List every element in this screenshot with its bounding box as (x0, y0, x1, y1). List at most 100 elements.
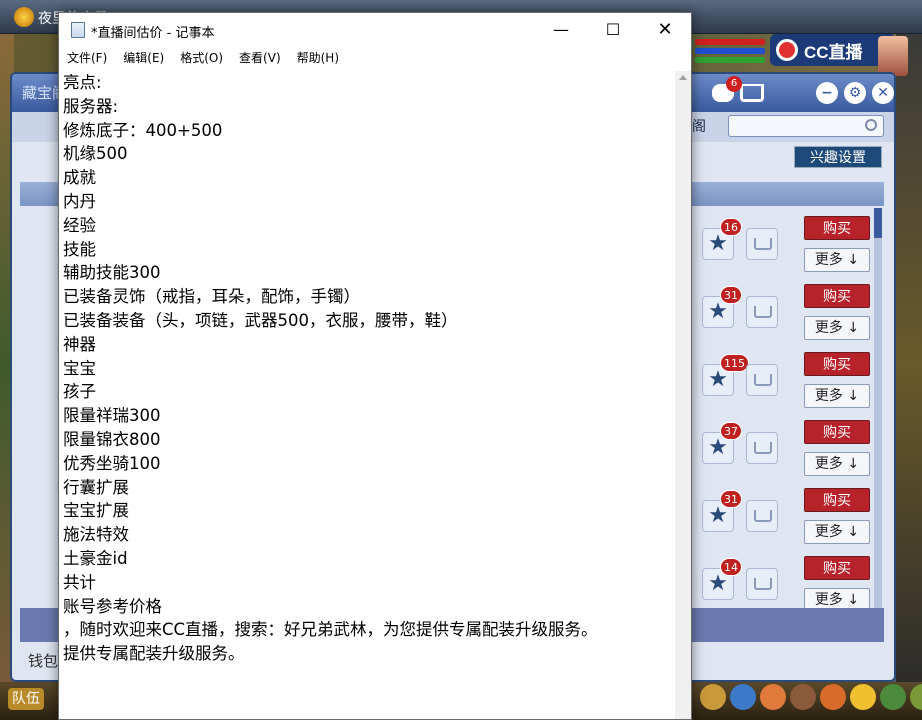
more-button[interactable]: 更多 ↓ (804, 520, 870, 544)
notepad-window: *直播间估价 - 记事本 — ☐ ✕ 文件(F) 编辑(E) 格式(O) 查看(… (58, 12, 692, 720)
text-line: 技能 (63, 239, 96, 259)
text-line: 服务器: (63, 96, 119, 116)
text-line: 宝宝扩展 (63, 501, 129, 521)
buy-button[interactable]: 购买 (804, 488, 870, 512)
chat-icon[interactable]: 6 (712, 76, 742, 102)
add-to-cart-button[interactable] (746, 432, 778, 464)
menu-view[interactable]: 查看(V) (231, 47, 289, 69)
cart-icon[interactable] (740, 84, 764, 102)
text-line: 限量祥瑞300 (63, 406, 161, 426)
notepad-title: *直播间估价 - 记事本 (91, 26, 215, 41)
favorite-count: 31 (720, 286, 742, 304)
smile-icon[interactable] (850, 684, 876, 710)
list-item: ★ 37 购买 更多 ↓ (702, 418, 882, 478)
list-item: ★ 31 购买 更多 ↓ (702, 282, 882, 342)
menu-file[interactable]: 文件(F) (59, 47, 115, 69)
text-line: 宝宝 (63, 358, 96, 378)
buy-button[interactable]: 购买 (804, 352, 870, 376)
text-line: 限量锦衣800 (63, 429, 161, 449)
scroll-up-arrow-icon[interactable] (679, 75, 687, 80)
cc-logo-icon (776, 39, 798, 61)
text-line: 已装备装备（头，项链，武器500，衣服，腰带，鞋） (63, 310, 458, 330)
bell-icon[interactable] (700, 684, 726, 710)
text-line: 共计 (63, 572, 96, 592)
list-item: ★ 16 购买 更多 ↓ (702, 214, 882, 274)
notepad-menu-bar: 文件(F) 编辑(E) 格式(O) 查看(V) 帮助(H) (59, 47, 691, 69)
panel-search-input[interactable] (728, 115, 884, 137)
peach-icon[interactable] (760, 684, 786, 710)
minimize-button[interactable]: — (535, 13, 587, 45)
search-icon[interactable] (865, 119, 877, 131)
list-scrollbar[interactable] (874, 208, 882, 608)
favorite-count: 16 (720, 218, 742, 236)
wallet-label: 钱包 (28, 652, 59, 670)
minimize-panel-button[interactable]: − (816, 82, 838, 104)
tab-pavilion[interactable]: 阁 (692, 116, 706, 136)
settings-gear-icon[interactable]: ⚙ (844, 82, 866, 104)
ball-icon[interactable] (820, 684, 846, 710)
text-line: 内丹 (63, 191, 96, 211)
chat-badge: 6 (726, 76, 742, 92)
text-line: 账号参考价格 (63, 596, 162, 616)
list-item: ★ 14 购买 更多 ↓ (702, 554, 882, 614)
interest-settings-button[interactable]: 兴趣设置 (794, 146, 882, 168)
notepad-text-area[interactable]: 亮点: 服务器: 修炼底子：400+500 机缘500 成就 内丹 经验 技能 … (63, 71, 675, 720)
more-button[interactable]: 更多 ↓ (804, 248, 870, 272)
text-line: 施法特效 (63, 525, 129, 545)
buy-button[interactable]: 购买 (804, 216, 870, 240)
more-button[interactable]: 更多 ↓ (804, 384, 870, 408)
add-to-cart-button[interactable] (746, 364, 778, 396)
favorite-count: 31 (720, 490, 742, 508)
cart-icon (754, 442, 772, 454)
system-icon[interactable] (880, 684, 906, 710)
text-line: 已装备灵饰（戒指，耳朵，配饰，手镯） (63, 287, 360, 307)
menu-format[interactable]: 格式(O) (172, 47, 231, 69)
text-line: 优秀坐骑100 (63, 453, 161, 473)
maximize-button[interactable]: ☐ (587, 13, 639, 45)
notepad-title-bar[interactable]: *直播间估价 - 记事本 — ☐ ✕ (59, 13, 691, 47)
text-line: 神器 (63, 334, 96, 354)
more-button[interactable]: 更多 ↓ (804, 316, 870, 340)
text-line: 亮点: (63, 73, 102, 92)
more-button[interactable]: 更多 ↓ (804, 452, 870, 476)
team-button[interactable]: 队伍 (8, 688, 44, 710)
buy-button[interactable]: 购买 (804, 556, 870, 580)
close-panel-button[interactable]: ✕ (872, 82, 894, 104)
text-line: 机缘500 (63, 144, 128, 164)
cart-icon (754, 306, 772, 318)
panel-header-icons: 6 − ⚙ ✕ (712, 76, 894, 106)
notepad-icon (71, 22, 85, 38)
xp-bar (695, 57, 765, 63)
favorite-count: 14 (720, 558, 742, 576)
text-line: 孩子 (63, 382, 96, 402)
list-scroll-thumb[interactable] (874, 208, 882, 238)
add-to-cart-button[interactable] (746, 296, 778, 328)
hp-bar (695, 39, 765, 45)
game-app-icon (14, 7, 34, 27)
add-to-cart-button[interactable] (746, 568, 778, 600)
player-avatar[interactable] (878, 36, 908, 76)
add-to-cart-button[interactable] (746, 500, 778, 532)
favorite-count: 115 (720, 354, 749, 372)
text-line: 经验 (63, 215, 96, 235)
close-button[interactable]: ✕ (639, 13, 691, 45)
text-line: 行囊扩展 (63, 477, 129, 497)
buy-button[interactable]: 购买 (804, 420, 870, 444)
menu-edit[interactable]: 编辑(E) (115, 47, 172, 69)
computer-icon[interactable] (910, 684, 922, 710)
mp-bar (695, 48, 765, 54)
pet-icon[interactable] (730, 684, 756, 710)
text-line: ，随时欢迎来CC直播，搜索：好兄弟武林，为您提供专属配装升级服务。 (63, 620, 598, 640)
list-item: ★ 115 购买 更多 ↓ (702, 350, 882, 410)
notepad-scrollbar[interactable] (675, 71, 691, 719)
add-to-cart-button[interactable] (746, 228, 778, 260)
pack-icon[interactable] (790, 684, 816, 710)
cart-icon (754, 238, 772, 250)
cart-icon (754, 510, 772, 522)
text-line: 修炼底子：400+500 (63, 120, 223, 140)
buy-button[interactable]: 购买 (804, 284, 870, 308)
menu-help[interactable]: 帮助(H) (289, 47, 347, 69)
bottom-shortcut-icons (700, 684, 922, 710)
favorite-count: 37 (720, 422, 742, 440)
text-line: 成就 (63, 168, 96, 188)
